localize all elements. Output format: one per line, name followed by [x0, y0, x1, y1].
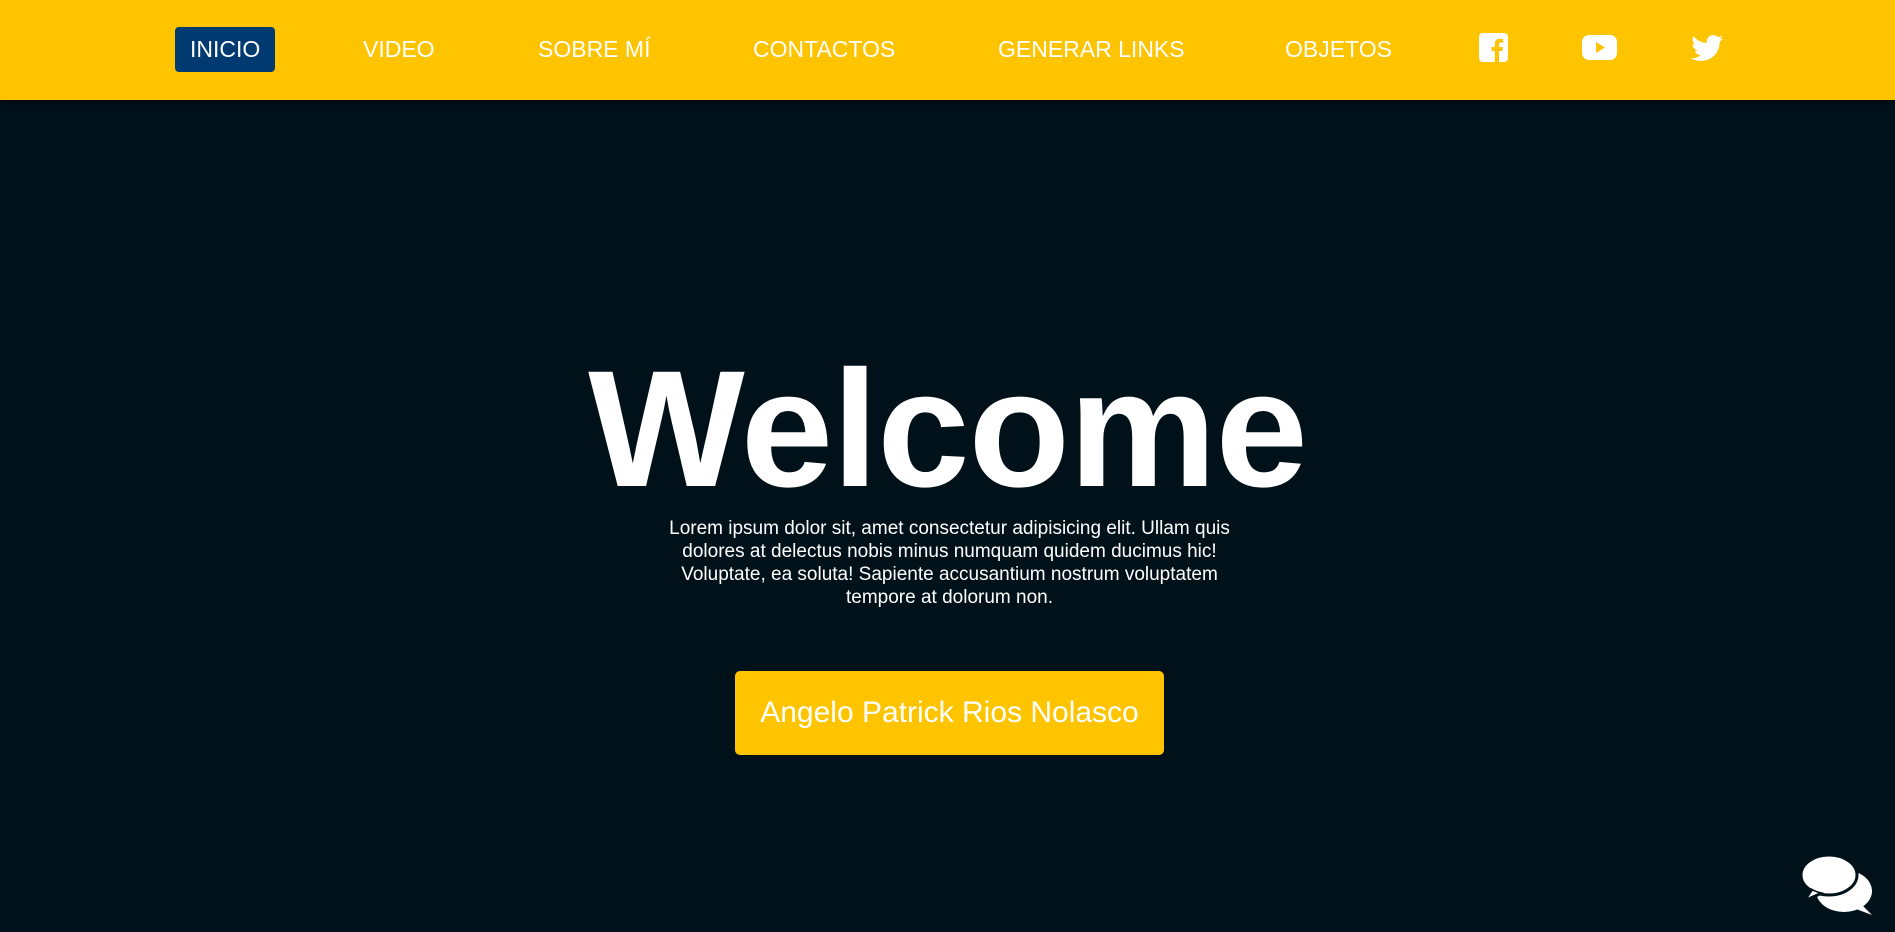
facebook-icon[interactable] — [1479, 33, 1508, 65]
top-navbar: INICIO VIDEO SOBRE MÍ CONTACTOS GENERAR … — [0, 0, 1895, 100]
chat-bubbles-icon[interactable] — [1800, 853, 1876, 917]
twitter-icon[interactable] — [1691, 35, 1724, 67]
nav-item-contactos[interactable]: CONTACTOS — [753, 32, 895, 66]
nav-item-generar-links[interactable]: GENERAR LINKS — [998, 32, 1185, 66]
hero-title: Welcome — [588, 337, 1308, 522]
hero-section: Welcome Lorem ipsum dolor sit, amet cons… — [0, 100, 1895, 932]
author-name-button[interactable]: Angelo Patrick Rios Nolasco — [735, 671, 1164, 755]
nav-item-sobre-mi[interactable]: SOBRE MÍ — [538, 32, 650, 66]
nav-item-inicio[interactable]: INICIO — [175, 27, 276, 72]
hero-description: Lorem ipsum dolor sit, amet consectetur … — [669, 518, 1230, 608]
youtube-icon[interactable] — [1582, 35, 1617, 67]
nav-item-video[interactable]: VIDEO — [363, 32, 435, 66]
nav-item-objetos[interactable]: OBJETOS — [1285, 32, 1392, 66]
